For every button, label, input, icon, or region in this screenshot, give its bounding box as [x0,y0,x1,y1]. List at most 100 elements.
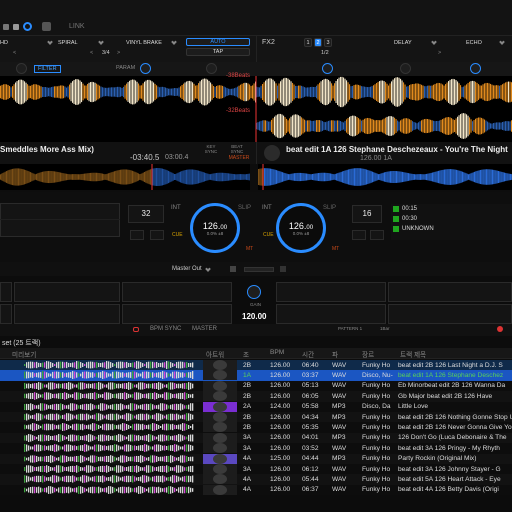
deck-right-mt[interactable]: MT [332,246,339,252]
overview-right[interactable] [258,164,512,190]
sampler-pad[interactable] [276,304,386,324]
preview-waveform[interactable] [24,422,194,432]
key-header[interactable]: 조 [243,349,249,359]
type-header[interactable]: 파 [332,349,338,359]
sampler-pad[interactable] [122,282,232,302]
cue-time-1[interactable]: 00:15 [402,206,417,212]
link-button[interactable]: LINK [69,23,85,30]
table-row[interactable]: 2B 126.00 05:13 WAV Funky Ho Eb Minorbeat edi… [0,380,512,392]
fx-knob[interactable] [16,63,27,74]
sampler-pad[interactable] [122,304,232,324]
table-row[interactable]: 2B 126.00 05:35 WAV Funky Ho beat edit 2B 126… [0,422,512,433]
preview-waveform[interactable] [24,454,194,464]
fx-slot-2-beat-arrow-left[interactable]: < [90,50,93,56]
artwork-header[interactable]: 아트워 [206,349,224,359]
loop-half-right[interactable] [352,230,366,240]
title-header[interactable]: 트랙 제목 [400,349,426,359]
fx2-slot-echo-label[interactable]: ECHO [466,40,482,46]
preview-header[interactable]: 미리보기 [12,349,36,359]
table-row[interactable]: 2B 126.00 06:05 WAV Funky Ho Gb Major beat ed… [0,391,512,402]
fx-slot-2-label[interactable]: SPIRAL [58,40,78,46]
bar-select[interactable]: 1Bar [380,326,390,331]
preview-waveform[interactable] [24,443,194,453]
table-row[interactable]: 2A 124.00 05:58 MP3 Disco, Da Little Love [0,401,512,412]
preview-waveform[interactable] [24,402,194,412]
fx-knob[interactable] [400,63,411,74]
record-icon[interactable] [280,266,286,272]
loop-length-left[interactable]: 32 [128,205,164,223]
sampler-pad[interactable] [14,282,120,302]
sampler-pad[interactable] [0,282,12,302]
genre-header[interactable]: 장르 [362,349,374,359]
fx2-beat-arrow-right[interactable]: > [438,50,441,56]
preview-waveform[interactable] [24,412,194,422]
bpm-sync-button[interactable]: BPM SYNC [150,326,181,332]
preview-waveform[interactable] [24,433,194,443]
sampler-pad[interactable] [0,304,12,324]
fx-tap-button[interactable]: TAP [186,48,250,56]
sampler-master-button[interactable]: MASTER [192,326,217,332]
fx-knob[interactable] [140,63,151,74]
gain-knob[interactable] [247,285,261,299]
deck-left-pad[interactable] [0,203,120,237]
sampler-pad[interactable] [388,304,512,324]
fx-auto-button[interactable]: AUTO [186,38,250,46]
preview-waveform[interactable] [24,370,194,380]
table-row[interactable]: 3A 126.00 04:01 MP3 Funky Ho 126 Don't Go (Lu… [0,432,512,444]
mode-icon[interactable] [23,22,32,31]
fx-knob[interactable] [470,63,481,74]
fx2-slot-2[interactable]: 2 [314,38,322,47]
preview-waveform[interactable] [24,464,194,474]
beat-sync-button[interactable]: BEAT SYNC [226,144,248,154]
deck-right-slip[interactable]: SLIP [323,205,336,211]
bpm-header[interactable]: BPM [270,349,284,356]
table-row[interactable]: 4A 125.00 04:44 MP3 Funky Ho Party Rockin (Or… [0,453,512,464]
deck-left-mt[interactable]: MT [246,246,253,252]
table-row[interactable]: 3A 126.00 06:12 WAV Funky Ho beat edit 3A 126… [0,464,512,475]
fx2-slot-1[interactable]: 1 [304,38,312,47]
fx-slot-3-label[interactable]: VINYL BRAKE [126,40,162,46]
fx-knob[interactable] [322,63,333,74]
loop-double-right[interactable] [370,230,384,240]
time-header[interactable]: 시간 [302,349,314,359]
loop-half-left[interactable] [130,230,144,240]
split-icon[interactable] [230,266,236,272]
table-row[interactable]: 1A 126.00 03:37 WAV Disco, Nu-beat edit 1A 1… [0,370,512,381]
menu-icon[interactable] [3,24,9,30]
fx-slot-1-beat-arrow-left[interactable]: < [13,50,16,56]
deck-left-slip[interactable]: SLIP [238,205,251,211]
overview-left[interactable] [0,164,251,190]
deck-left-cue[interactable]: CUE [172,232,183,238]
cue-time-2[interactable]: 00:30 [402,216,417,222]
preview-waveform[interactable] [24,485,194,495]
key-sync-button[interactable]: KEY SYNC [200,144,222,160]
preview-waveform[interactable] [24,381,194,391]
deck-right-cue[interactable]: CUE [263,232,274,238]
sequence-record-icon[interactable] [497,326,503,332]
filter-button[interactable]: FILTER [34,65,61,73]
sampler-bpm[interactable]: 120.00 [242,312,266,321]
preview-waveform[interactable] [24,391,194,401]
table-row[interactable]: 4A 126.00 05:44 WAV Funky Ho beat edit 5A 126… [0,474,512,485]
table-row[interactable]: 3A 126.00 03:52 WAV Funky Ho beat edit 3A 126… [0,443,512,454]
loop-double-left[interactable] [150,230,164,240]
grid-icon[interactable] [13,24,19,30]
sampler-pad[interactable] [276,282,386,302]
loop-length-right[interactable]: 16 [352,205,382,223]
preview-waveform[interactable] [24,360,194,370]
cue-time-3[interactable]: UNKNOWN [402,226,434,232]
master-button[interactable]: MASTER [226,155,252,162]
table-row[interactable]: 2B 126.00 04:34 MP3 Funky Ho beat edit 2B 126… [0,412,512,423]
pattern-select[interactable]: PATTERN 1 [338,326,362,331]
fx2-slot-3[interactable]: 3 [324,38,332,47]
table-row[interactable]: 4A 126.00 06:37 WAV Funky Ho beat edit 4A 126… [0,484,512,496]
loop-icon[interactable] [133,327,139,332]
jog-wheel-right[interactable]: 126.00 0.0% ±8 [276,203,326,253]
sampler-pad[interactable] [14,304,120,324]
jog-wheel-left[interactable]: 126.00 0.0% ±8 [190,203,240,253]
record-icon[interactable] [42,22,51,31]
table-row[interactable]: 2B 126.00 06:40 WAV Funky Ho beat edit 2B 126… [0,360,512,371]
fx-beat-arrow-right[interactable]: > [117,50,120,56]
fx2-slot-delay-label[interactable]: DELAY [394,40,412,46]
waveform-panel[interactable] [0,76,512,142]
